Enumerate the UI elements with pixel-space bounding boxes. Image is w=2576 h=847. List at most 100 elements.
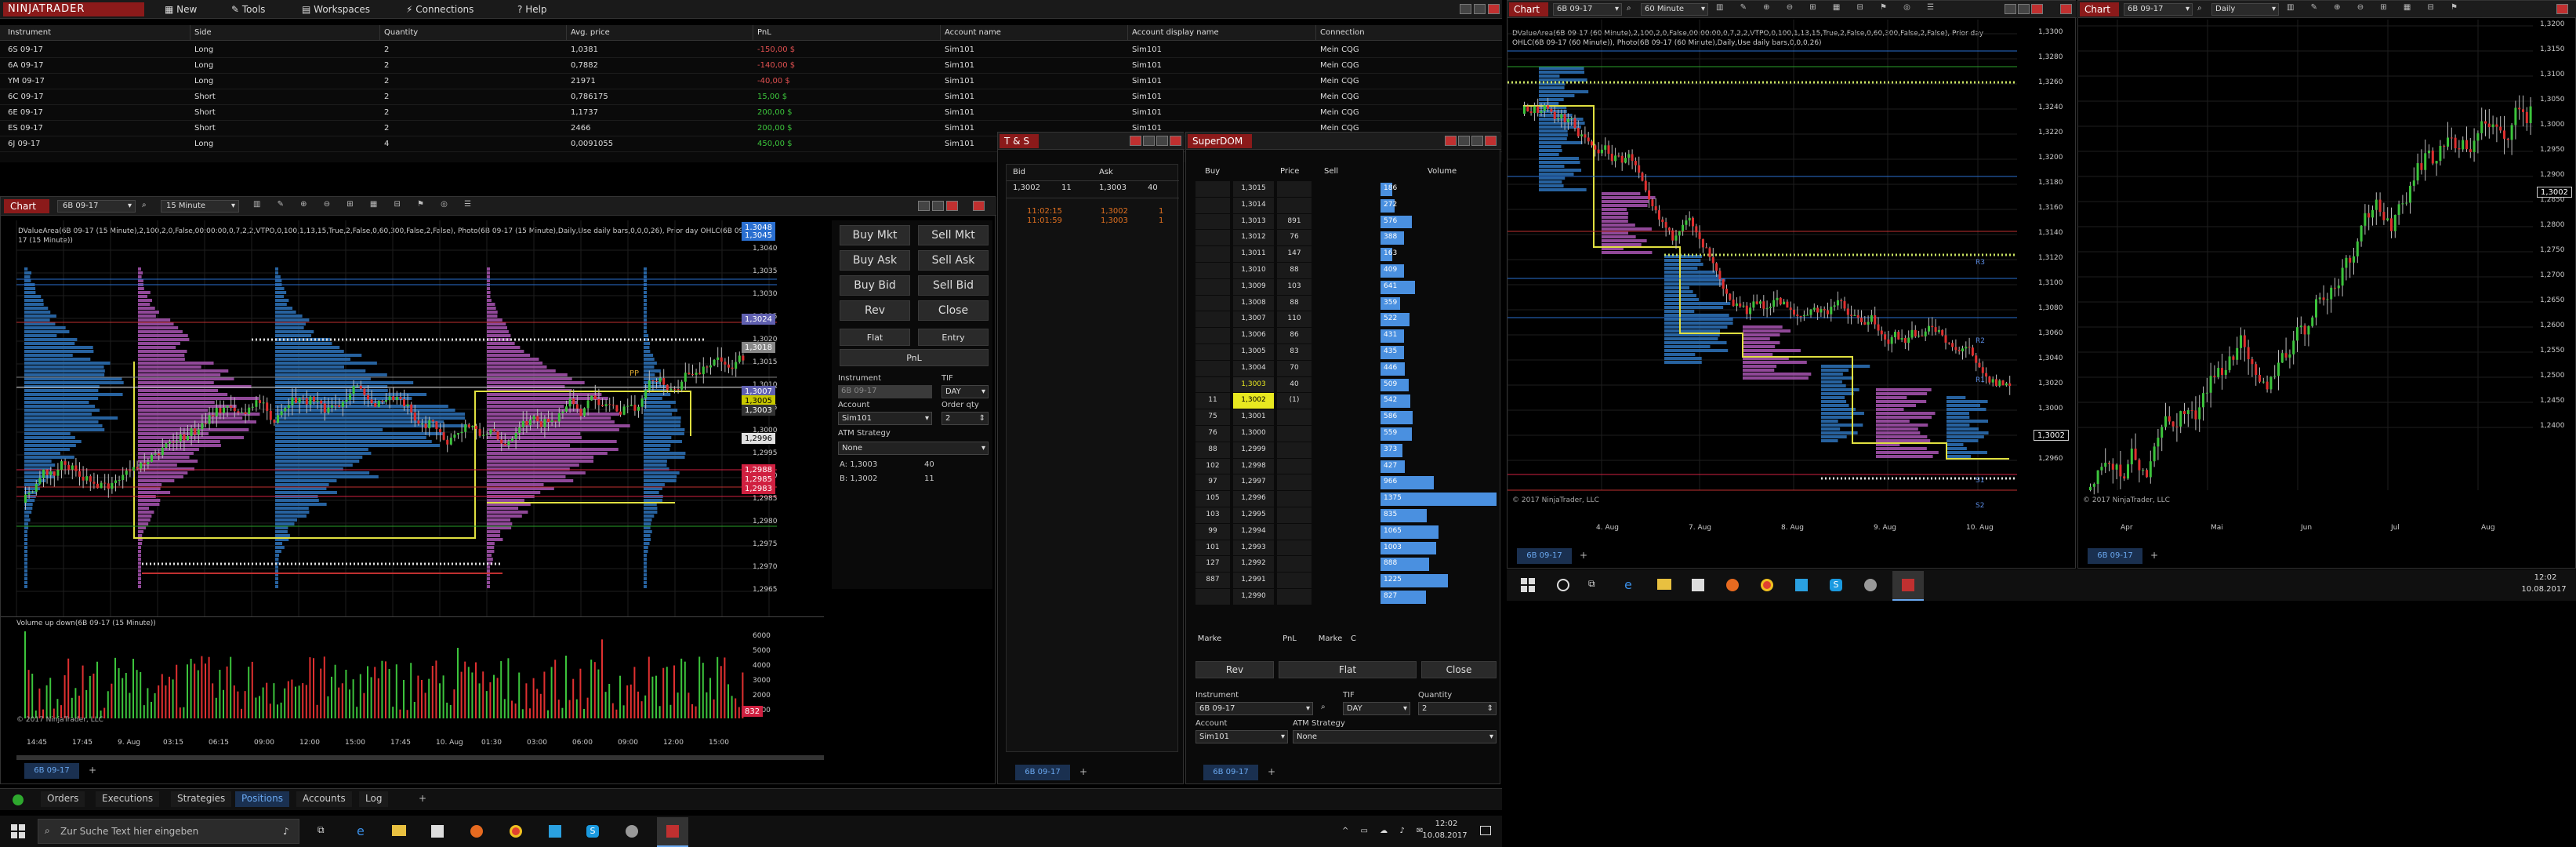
tab-strategies[interactable]: Strategies [171,791,232,807]
skype-icon[interactable]: S [1830,579,1842,591]
dom-sell-market-button[interactable]: Marke [1316,634,1344,643]
dom-price-cell[interactable]: 1,3000 [1233,426,1274,442]
taskbar-search-box[interactable]: ⌕ Zur Suche Text hier eingeben ♪ [38,819,299,844]
dom-price-cell[interactable]: 1,2994 [1233,523,1274,540]
search-icon[interactable]: ⌕ [2197,4,2202,13]
dom-buy-cell[interactable]: 103 [1195,507,1230,523]
close-button[interactable] [1130,136,1141,146]
dom-sell-cell[interactable] [1277,442,1312,458]
dom-price-cell[interactable]: 1,3003 [1233,376,1274,393]
sell-market-button[interactable]: Sell Mkt [918,225,989,245]
sell-bid-button[interactable]: Sell Bid [918,275,989,296]
file-explorer-icon[interactable] [1657,579,1671,590]
add-tab-button[interactable]: + [419,793,426,804]
buy-bid-button[interactable]: Buy Bid [840,275,910,296]
maximize-button[interactable] [932,201,944,211]
positions-column-header[interactable]: Account name [945,28,1001,37]
dom-ladder[interactable]: 1,3015 186 1,3014 272 1,3013 891 576 1,3012 76 38… [1195,181,1497,606]
chart2-price-panel[interactable] [1508,20,2033,506]
positions-column-header[interactable]: Quantity [384,28,418,37]
windows-start-icon[interactable] [1521,578,1535,592]
menu-tools[interactable]: ✎ Tools [231,4,265,15]
tab-accounts[interactable]: Accounts [296,791,352,807]
dom-price-cell[interactable]: 1,3010 [1233,263,1274,278]
dom-price-cell[interactable]: 1,2992 [1233,556,1274,573]
close-position-button[interactable]: Close [918,300,989,321]
dom-sell-cell[interactable] [1277,573,1312,588]
close-button[interactable] [2031,4,2043,14]
positions-column-header[interactable]: Instrument [8,28,51,37]
dom-tif-select[interactable]: DAY ▾ [1343,702,1410,715]
dom-buy-cell[interactable] [1195,263,1230,278]
chart1-interval-select[interactable]: 15 Minute ▾ [161,200,239,213]
dom-price-cell[interactable]: 1,3015 [1233,181,1274,197]
dom-buy-cell[interactable] [1195,376,1230,393]
close-button[interactable] [946,201,958,211]
tab-log[interactable]: Log [359,791,389,807]
tab-orders[interactable]: Orders [41,791,85,807]
search-icon[interactable]: ⌕ [1627,4,1631,13]
close-button[interactable] [2556,4,2568,14]
dom-close-button[interactable]: Close [1421,661,1497,678]
dom-price-cell[interactable]: 1,2996 [1233,491,1274,507]
dom-buy-cell[interactable]: 76 [1195,426,1230,442]
chart2-interval-select[interactable]: 60 Minute ▾ [1641,3,1708,16]
system-tray-icons[interactable]: ^ ▭ ☁ ♪ ✉ [1342,827,1428,835]
dom-buy-cell[interactable] [1195,295,1230,311]
dom-flat-button[interactable]: Flat [1279,661,1417,678]
table-row[interactable]: 6S 09-17 Long 2 1,0381 -150,00 $ Sim101 Sim101… [0,42,1502,58]
dom-price-cell[interactable]: 1,2995 [1233,507,1274,523]
dom-buy-cell[interactable]: 102 [1195,458,1230,474]
app-icon[interactable] [626,825,638,838]
dom-sell-cell[interactable]: 83 [1277,344,1312,360]
dom-sell-cell[interactable]: 110 [1277,311,1312,328]
dom-buy-cell[interactable]: 101 [1195,540,1230,556]
dom-price-cell[interactable]: 1,2997 [1233,474,1274,491]
dom-buy-cell[interactable]: 88 [1195,442,1230,458]
dom-buy-cell[interactable] [1195,328,1230,344]
dom-sell-cell[interactable]: 891 [1277,213,1312,230]
dom-buy-cell[interactable] [1195,213,1230,230]
chart1-instrument-select[interactable]: 6B 09-17 ▾ [57,200,136,213]
dom-sell-cell[interactable]: 70 [1277,360,1312,376]
dom-sell-cell[interactable]: 86 [1277,328,1312,344]
edge-icon[interactable]: e [1624,577,1632,592]
dom-atm-select[interactable]: None ▾ [1293,730,1497,743]
dom-buy-cell[interactable]: 99 [1195,523,1230,540]
minimize-button[interactable] [1143,136,1155,146]
tns-tab[interactable]: 6B 09-17 [1015,765,1070,780]
chart1-scrollbar[interactable] [16,755,824,760]
maximize-button[interactable] [1156,136,1168,146]
dom-buy-cell[interactable] [1195,589,1230,605]
reverse-button[interactable]: Rev [840,300,910,321]
account-select[interactable]: Sim101 ▾ [838,412,932,425]
dom-price-cell[interactable]: 1,3004 [1233,360,1274,376]
close-button[interactable] [1485,136,1497,146]
skype-icon[interactable]: S [586,825,599,838]
chart3-price-panel[interactable] [2078,20,2533,506]
dom-instrument-select[interactable]: 6B 09-17 ▾ [1195,702,1313,715]
menu-workspaces[interactable]: ▤ Workspaces [302,4,370,15]
add-tab-button[interactable]: + [89,765,96,776]
dom-price-cell[interactable]: 1,3002 [1233,393,1274,409]
entry-button[interactable]: Entry [918,329,989,346]
dom-close-label[interactable]: C [1351,634,1356,643]
minimize-button[interactable] [2005,4,2016,14]
menu-new[interactable]: ▦ New [165,4,197,15]
dom-sell-cell[interactable] [1277,540,1312,556]
dom-sell-cell[interactable] [1277,474,1312,491]
store-icon[interactable] [1692,579,1704,591]
ninjatrader-taskbar-icon[interactable] [657,817,688,847]
dom-sell-cell[interactable] [1277,181,1312,197]
dom-sell-cell[interactable] [1277,409,1312,425]
store-icon[interactable] [431,825,444,838]
task-view-icon[interactable]: ⧉ [317,824,325,836]
chart3-interval-select[interactable]: Daily ▾ [2211,3,2279,16]
app-icon[interactable] [1795,579,1808,591]
flat-button[interactable]: Flat [840,329,910,346]
tab-positions[interactable]: Positions [235,791,289,807]
table-row[interactable]: 6C 09-17 Short 2 0,786175 15,00 $ Sim101 Sim10… [0,89,1502,105]
chart3-instrument-select[interactable]: 6B 09-17 ▾ [2124,3,2193,16]
dom-price-cell[interactable]: 1,3011 [1233,246,1274,262]
positions-column-header[interactable]: Connection [1320,28,1365,37]
